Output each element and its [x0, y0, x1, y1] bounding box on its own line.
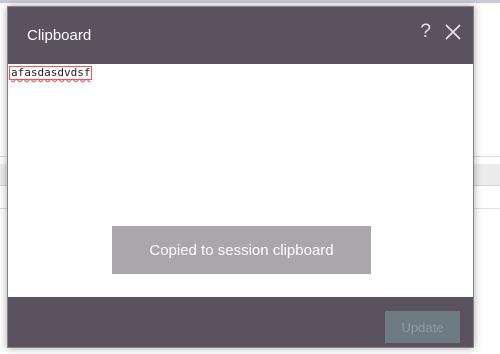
clipboard-content: afasdasdvdsf [9, 66, 93, 80]
dialog-title: Clipboard [27, 27, 92, 44]
dialog-footer: Update [8, 297, 473, 347]
clipboard-dialog: Clipboard ? afasdasdvdsf Copied to sessi… [7, 6, 474, 348]
copied-notification-text: Copied to session clipboard [149, 241, 334, 259]
close-icon[interactable] [442, 21, 464, 43]
copied-notification: Copied to session clipboard [112, 226, 371, 274]
help-icon[interactable]: ? [420, 21, 431, 43]
update-button[interactable]: Update [385, 311, 460, 343]
background-top-border [0, 0, 500, 3]
clipboard-textarea[interactable]: afasdasdvdsf Copied to session clipboard [8, 64, 473, 298]
dialog-header: Clipboard ? [8, 7, 473, 64]
